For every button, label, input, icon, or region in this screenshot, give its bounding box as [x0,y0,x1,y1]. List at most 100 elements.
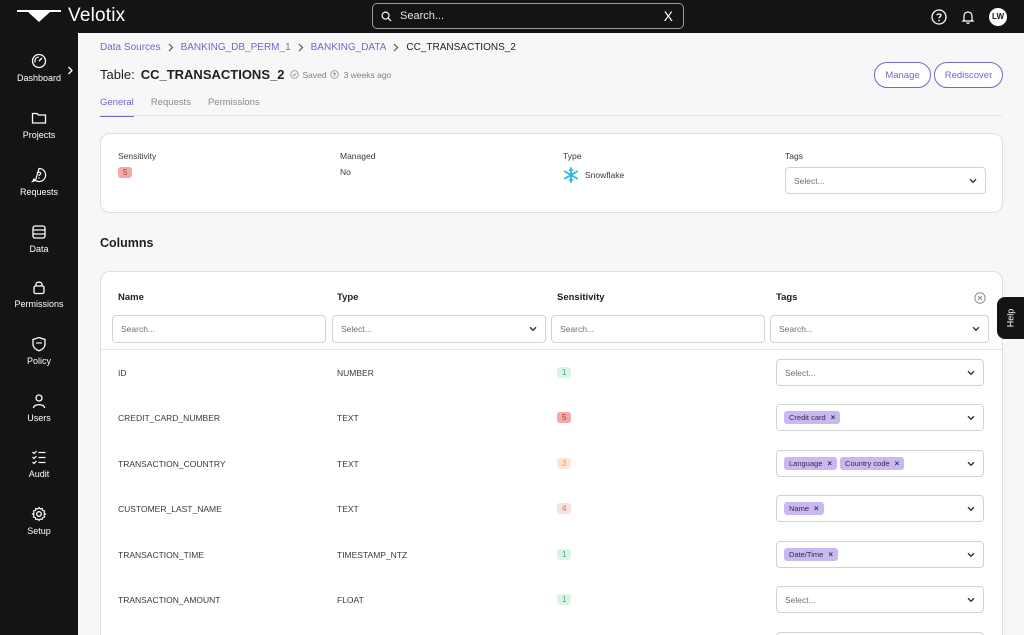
tab-permissions[interactable]: Permissions [208,97,260,117]
clear-search-button[interactable]: X [664,8,673,24]
checklist-icon [32,450,46,465]
help-circle-icon[interactable] [931,8,947,25]
sidebar: Dashboard Projects Requests Data Permiss [0,33,78,635]
sensitivity-badge: 5 [557,412,572,423]
sidebar-item-label: Policy [26,356,51,366]
sensitivity-filter-input[interactable]: Search... [551,315,765,343]
sidebar-item-label: Requests [19,187,59,197]
sidebar-item-data[interactable]: Data [0,224,78,270]
rediscover-button[interactable]: Rediscover [934,62,1003,88]
help-tab[interactable]: Help [997,297,1024,339]
breadcrumb-data-sources[interactable]: Data Sources [100,42,161,53]
title-prefix: Table: [100,67,135,82]
table-row: ID NUMBER 1 Select... [101,350,1002,395]
chevron-right-icon [168,43,174,52]
column-tags-select[interactable]: Language × Country code × [776,450,984,477]
column-type: NUMBER [337,367,374,378]
main-content: Data Sources BANKING_DB_PERM_1 BANKING_D… [78,33,1024,635]
remove-tag-icon[interactable]: × [831,413,836,422]
tab-requests[interactable]: Requests [151,97,191,117]
user-icon [32,394,46,409]
user-avatar[interactable]: LW [989,7,1007,26]
column-tags-select[interactable]: Name × [776,495,984,522]
tab-general[interactable]: General [100,97,134,117]
table-row: TRANSACTION_AMOUNT FLOAT 1 Select... [101,577,1002,622]
sensitivity-badge: 3 [557,458,572,469]
bell-icon[interactable] [960,9,976,25]
column-tags-select[interactable]: Credit card × [776,404,984,431]
column-tags-select[interactable]: Select... [776,359,984,386]
remove-tag-icon[interactable]: × [827,459,832,468]
sidebar-item-projects[interactable]: Projects [0,110,78,156]
shield-icon [32,336,46,352]
chevron-right-icon[interactable] [67,66,74,75]
page-title: Table: CC_TRANSACTIONS_2 Saved 3 weeks a… [100,67,391,82]
tags-filter-placeholder: Search... [779,324,814,334]
remove-tag-icon[interactable]: × [828,550,833,559]
tag-chip: Name × [784,502,824,515]
tags-filter-select[interactable]: Search... [770,315,989,343]
column-tags-select[interactable]: Date/Time × [776,541,984,568]
tags-select-placeholder: Select... [794,175,825,186]
tags-select-placeholder: Select... [785,367,816,378]
sidebar-item-policy[interactable]: Policy [0,336,78,382]
sidebar-item-requests[interactable]: Requests [0,167,78,213]
tag-chip: Country code × [840,457,905,470]
column-name: TRANSACTION_AMOUNT [118,594,221,605]
database-icon [32,225,46,239]
global-search[interactable]: X [372,3,684,29]
help-label: Help [1005,308,1016,328]
managed-value: No [340,167,351,177]
column-tags-select[interactable]: Select... [776,586,984,613]
sidebar-item-audit[interactable]: Audit [0,449,78,495]
column-type: TEXT [337,503,359,514]
check-circle-icon [290,70,300,79]
search-input[interactable] [400,10,650,22]
sidebar-item-dashboard[interactable]: Dashboard [0,53,78,99]
breadcrumb: Data Sources BANKING_DB_PERM_1 BANKING_D… [100,42,516,53]
table-tags-select[interactable]: Select... [785,167,986,194]
breadcrumb-database[interactable]: BANKING_DB_PERM_1 [181,42,291,53]
tags-label: Tags [785,151,803,161]
lock-icon [33,281,45,295]
tag-chip-label: Date/Time [789,550,824,559]
manage-button[interactable]: Manage [874,62,931,88]
tag-chip: Date/Time × [784,548,838,561]
sidebar-item-permissions[interactable]: Permissions [0,279,78,325]
sidebar-item-setup[interactable]: Setup [0,506,78,552]
sensitivity-badge: 1 [557,594,572,605]
remove-tag-icon[interactable]: × [895,459,900,468]
cloud-upload-icon [329,70,339,79]
name-filter-input[interactable]: Search... [112,315,326,343]
saved-time: 3 weeks ago [343,69,392,80]
sensitivity-field: Sensitivity 5 [118,151,156,178]
tag-chip-label: Credit card [789,413,826,422]
chevron-down-icon [967,415,975,421]
velotix-logo[interactable]: Velotix [16,5,125,27]
remove-tag-icon[interactable]: × [814,504,819,513]
tab-bar: General Requests Permissions [100,97,277,117]
tag-chip: Credit card × [784,411,841,424]
search-icon [381,11,392,22]
breadcrumb-schema[interactable]: BANKING_DATA [311,42,387,53]
breadcrumb-current-table: CC_TRANSACTIONS_2 [406,42,516,53]
question-bubble-icon [31,167,47,183]
column-name: CREDIT_CARD_NUMBER [118,412,221,423]
column-header-type: Type [337,292,359,303]
sidebar-item-label: Dashboard [16,73,62,83]
tag-chip-label: Country code [845,459,890,468]
column-type: TEXT [337,412,359,423]
type-filter-select[interactable]: Select... [332,315,546,343]
sensitivity-label: Sensitivity [118,151,157,161]
column-name: TRANSACTION_COUNTRY [118,458,226,469]
folder-icon [31,112,47,124]
chevron-down-icon [967,597,975,603]
type-field: Type Snowflake [563,151,624,183]
tags-field: Tags [785,151,803,161]
clear-filters-icon[interactable] [974,292,986,304]
sidebar-item-users[interactable]: Users [0,393,78,439]
column-type: TEXT [337,458,359,469]
tag-chip-label: Name [789,504,810,513]
chevron-down-icon [969,178,977,184]
top-bar: Velotix X LW [0,0,1024,33]
